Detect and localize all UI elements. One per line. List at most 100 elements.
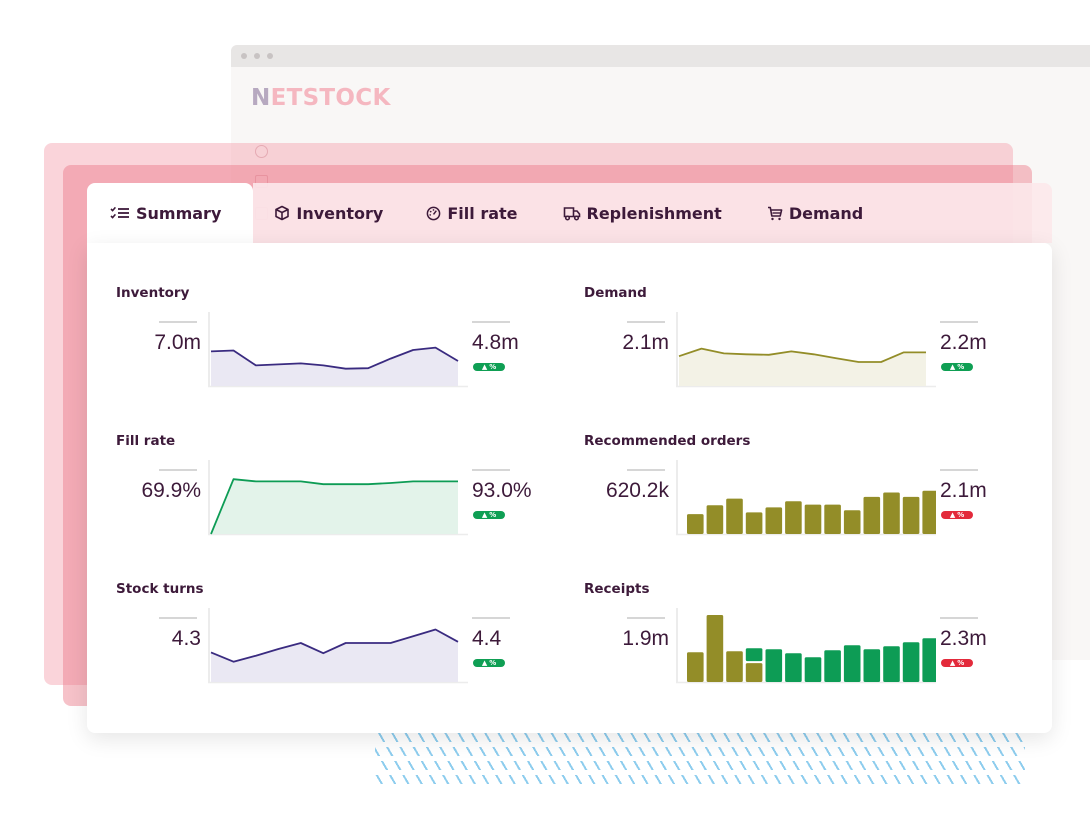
metric-title: Recommended orders <box>584 433 751 449</box>
trend-badge-text: ▲ % <box>949 511 965 519</box>
trend-badge: ▲ % <box>941 363 973 371</box>
inventory-area-chart <box>208 312 468 388</box>
tab-label: Inventory <box>296 203 384 223</box>
bar <box>785 501 802 534</box>
trend-badge: ▲ % <box>473 363 505 371</box>
metric-recommended-orders[interactable]: Recommended orders 620.2k 2.1m ▲ % <box>584 433 1004 553</box>
tab-summary[interactable]: Summary <box>110 204 221 223</box>
area-fill <box>211 629 458 682</box>
reference-line <box>940 617 978 619</box>
bar <box>843 510 861 534</box>
metric-end-value: 4.4 <box>472 627 502 650</box>
tab-replenishment[interactable]: Replenishment <box>563 204 722 223</box>
tab-bar: Summary Inventory Fill rate Replenishmen… <box>87 183 863 243</box>
metric-end-value: 2.1m <box>940 479 987 502</box>
reference-line <box>472 321 510 323</box>
bar-expected <box>745 648 763 662</box>
bar <box>726 498 743 534</box>
trend-badge-text: ▲ % <box>481 363 497 371</box>
metric-title: Stock turns <box>116 581 204 597</box>
bar-received <box>745 663 763 682</box>
tab-label: Demand <box>788 203 864 223</box>
reference-line <box>159 321 197 323</box>
metric-end-value: 2.3m <box>940 627 987 650</box>
window-dot-close[interactable] <box>241 53 247 59</box>
stock-turns-area-chart <box>208 608 468 684</box>
tab-fill-rate[interactable]: Fill rate <box>426 203 518 223</box>
recommended-orders-bar-chart <box>676 460 936 536</box>
truck-icon <box>563 206 580 221</box>
bar-expected <box>883 646 900 682</box>
bar <box>824 504 841 534</box>
bar <box>863 496 881 534</box>
logo-text: ETSTOCK <box>270 85 391 111</box>
reference-line <box>472 617 510 619</box>
metric-start-value: 69.9% <box>141 479 201 502</box>
metric-start-value: 620.2k <box>605 479 669 502</box>
bar <box>765 507 783 534</box>
tab-label: Replenishment <box>586 203 722 223</box>
bar <box>902 496 920 534</box>
bar-expected <box>863 649 881 682</box>
metric-start-value: 1.9m <box>622 627 669 650</box>
area-fill <box>211 479 458 534</box>
bar-received <box>726 651 743 682</box>
trend-badge: ▲ % <box>941 511 973 519</box>
bar-expected <box>824 650 841 682</box>
area-fill <box>679 348 926 386</box>
metric-fill-rate[interactable]: Fill rate 69.9% 93.0% ▲ % <box>116 433 536 553</box>
trend-badge: ▲ % <box>941 659 973 667</box>
reference-line <box>627 469 665 471</box>
bar-expected <box>843 645 861 682</box>
metric-start-value: 2.1m <box>622 331 669 354</box>
metric-title: Inventory <box>116 285 190 301</box>
bar <box>706 505 724 534</box>
gauge-icon <box>427 206 441 220</box>
trend-badge-text: ▲ % <box>481 659 497 667</box>
bar-expected <box>922 638 936 682</box>
metric-title: Fill rate <box>116 433 176 449</box>
metric-inventory[interactable]: Inventory 7.0m 4.8m ▲ % <box>116 285 536 405</box>
metric-stock-turns[interactable]: Stock turns 4.3 4.4 ▲ % <box>116 581 536 701</box>
metric-start-value: 4.3 <box>171 627 201 650</box>
bar-received <box>687 652 704 682</box>
checklist-icon <box>110 206 129 219</box>
cart-icon <box>767 206 783 220</box>
demand-area-chart <box>676 312 936 388</box>
tab-inventory[interactable]: Inventory <box>274 204 383 223</box>
bar <box>687 514 704 534</box>
metric-end-value: 4.8m <box>472 331 519 354</box>
metric-end-value: 93.0% <box>472 479 532 502</box>
window-dot-minimize[interactable] <box>254 53 260 59</box>
logo-letter-n: N <box>251 85 271 111</box>
metric-demand[interactable]: Demand 2.1m 2.2m ▲ % <box>584 285 1004 405</box>
trend-badge-text: ▲ % <box>949 363 965 371</box>
bar-expected <box>804 657 822 682</box>
tab-label: Summary <box>136 203 222 223</box>
trend-badge: ▲ % <box>473 659 505 667</box>
bar-received <box>706 615 724 682</box>
reference-line <box>159 617 197 619</box>
box-icon <box>275 205 290 221</box>
fill-rate-area-chart <box>208 460 468 536</box>
decorative-hatch-pattern <box>375 733 1025 788</box>
trend-badge-text: ▲ % <box>949 659 965 667</box>
bar-expected <box>785 653 802 682</box>
trend-badge-text: ▲ % <box>481 511 497 519</box>
tab-demand[interactable]: Demand <box>767 204 863 223</box>
window-dot-maximize[interactable] <box>267 53 273 59</box>
metric-start-value: 7.0m <box>154 331 201 354</box>
reference-line <box>940 469 978 471</box>
bar <box>804 504 822 534</box>
browser-titlebar <box>231 45 1090 67</box>
metric-receipts[interactable]: Receipts 1.9m 2.3m ▲ % <box>584 581 1004 701</box>
reference-line <box>159 469 197 471</box>
reference-line <box>940 321 978 323</box>
trend-badge: ▲ % <box>473 511 505 519</box>
reference-line <box>627 321 665 323</box>
metric-end-value: 2.2m <box>940 331 987 354</box>
metric-title: Demand <box>584 285 647 301</box>
bar <box>922 490 936 534</box>
reference-line <box>627 617 665 619</box>
tab-label: Fill rate <box>447 203 518 223</box>
